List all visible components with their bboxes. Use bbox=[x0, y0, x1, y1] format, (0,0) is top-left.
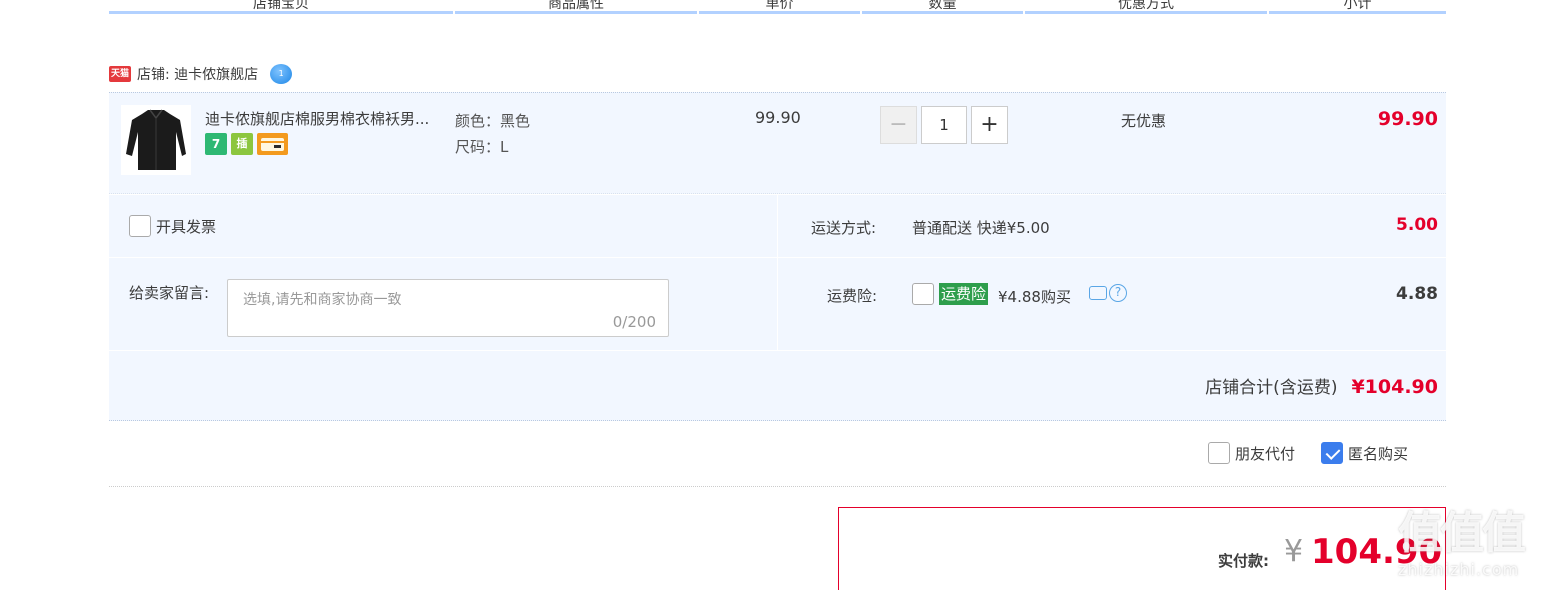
quantity-input[interactable]: 1 bbox=[921, 106, 967, 144]
column-header-subtotal: 小计 bbox=[1269, 0, 1446, 14]
divider bbox=[109, 257, 1446, 258]
divider bbox=[109, 350, 1446, 351]
message-placeholder: 选填,请先和商家协商一致 bbox=[243, 292, 402, 308]
anonymous-purchase-option[interactable]: 匿名购买 bbox=[1321, 442, 1408, 464]
invoice-checkbox[interactable] bbox=[129, 215, 151, 237]
seven-day-return-icon[interactable]: 7 bbox=[205, 133, 227, 155]
currency-symbol: ¥ bbox=[1284, 534, 1304, 569]
insurance-tag: 运费险 bbox=[939, 283, 989, 305]
insurance-checkbox[interactable] bbox=[912, 283, 934, 305]
promotion-method: 无优惠 bbox=[1121, 112, 1167, 130]
column-header-item: 店铺宝贝 bbox=[109, 0, 453, 14]
watermark-url: zhizhizhi.com bbox=[1398, 560, 1520, 579]
watermark-logo: 值值值 bbox=[1398, 508, 1526, 559]
insurance-help: ? bbox=[1089, 284, 1127, 302]
help-icon[interactable]: ? bbox=[1109, 284, 1127, 302]
product-title-link[interactable]: 迪卡侬旗舰店棉服男棉衣棉袄男... bbox=[205, 108, 450, 129]
payment-extras: 朋友代付 匿名购买 bbox=[1208, 442, 1408, 464]
invoice-option[interactable]: 开具发票 bbox=[129, 215, 216, 237]
card-glyph bbox=[261, 138, 284, 151]
color-attribute: 颜色：黑色 bbox=[455, 112, 531, 130]
chat-bubble-icon[interactable] bbox=[1089, 286, 1107, 300]
seller-message-input[interactable]: 选填,请先和商家协商一致 0/200 bbox=[227, 279, 669, 337]
credit-card-icon[interactable] bbox=[257, 133, 288, 155]
divider bbox=[109, 486, 1446, 487]
shipping-method[interactable]: 普通配送 快递¥5.00 bbox=[912, 217, 1050, 238]
quantity-stepper: − 1 + bbox=[880, 106, 1008, 144]
unit-price: 99.90 bbox=[755, 108, 801, 127]
service-badges: 7 插 bbox=[205, 133, 288, 155]
friend-pay-checkbox[interactable] bbox=[1208, 442, 1230, 464]
shipping-label: 运送方式: bbox=[811, 219, 877, 237]
shop-total-label: 店铺合计(含运费) bbox=[1205, 378, 1338, 398]
shop-title: 天猫 店铺: 迪卡侬旗舰店 1 bbox=[109, 61, 293, 87]
friend-pay-option[interactable]: 朋友代付 bbox=[1208, 442, 1295, 464]
anonymous-purchase-checkbox[interactable] bbox=[1321, 442, 1344, 464]
product-thumbnail[interactable] bbox=[121, 105, 191, 175]
column-header: 店铺宝贝 商品属性 单价 数量 优惠方式 小计 bbox=[109, 0, 1446, 22]
anonymous-purchase-label: 匿名购买 bbox=[1348, 444, 1409, 463]
shop-total-value: ¥104.90 bbox=[1351, 376, 1438, 398]
watermark: 值值值 zhizhizhi.com bbox=[1398, 508, 1548, 586]
quantity-minus-button[interactable]: − bbox=[880, 106, 917, 144]
column-header-price: 单价 bbox=[699, 0, 860, 14]
shipping-fee: 5.00 bbox=[1396, 215, 1438, 235]
insurance-label: 运费险: bbox=[827, 287, 878, 305]
order-options: 开具发票 运送方式: 普通配送 快递¥5.00 5.00 给卖家留言: 选填,请… bbox=[109, 195, 1446, 421]
quantity-plus-button[interactable]: + bbox=[971, 106, 1008, 144]
insurance-fee: 4.88 bbox=[1396, 284, 1438, 304]
invoice-label: 开具发票 bbox=[156, 217, 217, 236]
item-subtotal: 99.90 bbox=[1377, 108, 1438, 130]
product-attributes: 颜色：黑色 尺码：L bbox=[455, 108, 530, 160]
jacket-image bbox=[126, 109, 186, 170]
payment-summary: 实付款: ¥ 104.90 bbox=[838, 507, 1446, 590]
cart-item-row: 迪卡侬旗舰店棉服男棉衣棉袄男... 7 插 颜色：黑色 尺码：L 99.90 −… bbox=[109, 92, 1446, 194]
wangwang-chat-icon[interactable]: 1 bbox=[270, 64, 293, 84]
insurance-price: ¥4.88购买 bbox=[998, 288, 1071, 306]
size-attribute: 尺码：L bbox=[455, 138, 509, 156]
tmall-icon: 天猫 bbox=[109, 66, 131, 82]
message-label: 给卖家留言: bbox=[129, 284, 210, 302]
shop-total: 店铺合计(含运费) ¥104.90 bbox=[1205, 373, 1438, 398]
service-plug-icon[interactable]: 插 bbox=[231, 133, 253, 155]
shop-name-link[interactable]: 店铺: 迪卡侬旗舰店 bbox=[137, 64, 258, 84]
payment-label: 实付款: bbox=[1218, 552, 1269, 570]
friend-pay-label: 朋友代付 bbox=[1235, 444, 1296, 463]
message-char-count: 0/200 bbox=[612, 313, 656, 331]
column-header-quantity: 数量 bbox=[862, 0, 1023, 14]
column-header-promo: 优惠方式 bbox=[1025, 0, 1267, 14]
column-header-attrs: 商品属性 bbox=[455, 0, 697, 14]
divider bbox=[777, 195, 778, 350]
